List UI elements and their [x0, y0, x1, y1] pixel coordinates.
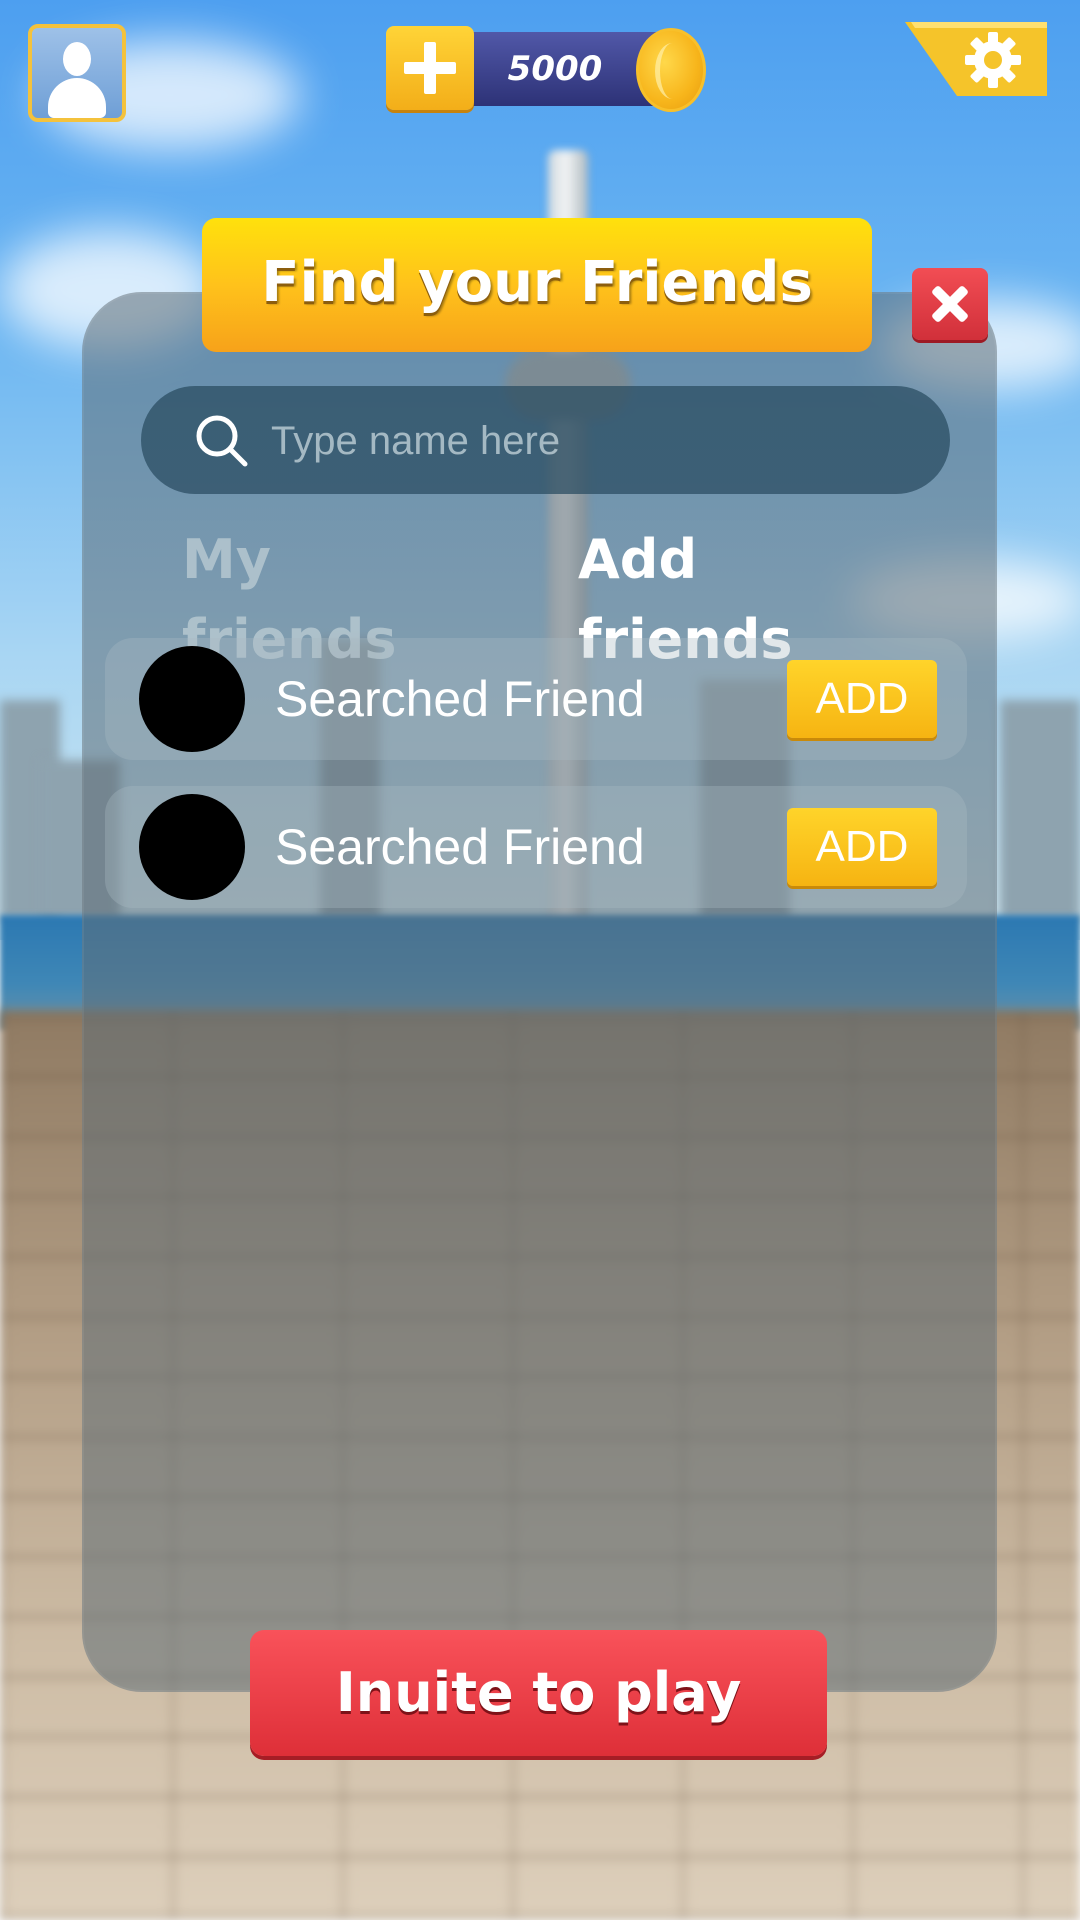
search-bar[interactable] — [141, 386, 950, 496]
settings-button[interactable] — [905, 22, 1047, 96]
search-icon — [196, 415, 248, 467]
avatar-icon-body — [48, 78, 106, 118]
avatar-icon — [63, 42, 91, 76]
tab-add-friends[interactable]: Add friends — [578, 520, 918, 671]
friend-result-row: Searched Friend ADD — [105, 786, 967, 908]
settings-button-shape — [905, 22, 1047, 96]
coin-icon — [636, 28, 706, 112]
building — [1000, 700, 1080, 920]
dialog-title: Find your Friends — [261, 250, 813, 315]
friend-name: Searched Friend — [275, 671, 645, 727]
friend-avatar — [139, 794, 245, 900]
friends-dialog-panel — [82, 292, 997, 1692]
search-input[interactable] — [269, 386, 913, 496]
gear-icon — [965, 32, 1021, 88]
buy-coins-button[interactable] — [386, 26, 474, 110]
plus-icon-vertical — [424, 42, 436, 94]
invite-to-play-button[interactable]: Inuite to play — [250, 1630, 827, 1756]
tab-my-friends[interactable]: My friends — [182, 520, 502, 671]
close-button[interactable] — [912, 268, 988, 340]
friend-result-row: Searched Friend ADD — [105, 638, 967, 760]
add-friend-button[interactable]: ADD — [787, 660, 937, 738]
coin-count: 5000 — [507, 49, 603, 89]
profile-avatar-button[interactable] — [28, 24, 126, 122]
friend-avatar — [139, 646, 245, 752]
add-friend-button[interactable]: ADD — [787, 808, 937, 886]
dialog-title-banner: Find your Friends — [202, 218, 872, 352]
friend-name: Searched Friend — [275, 819, 645, 875]
